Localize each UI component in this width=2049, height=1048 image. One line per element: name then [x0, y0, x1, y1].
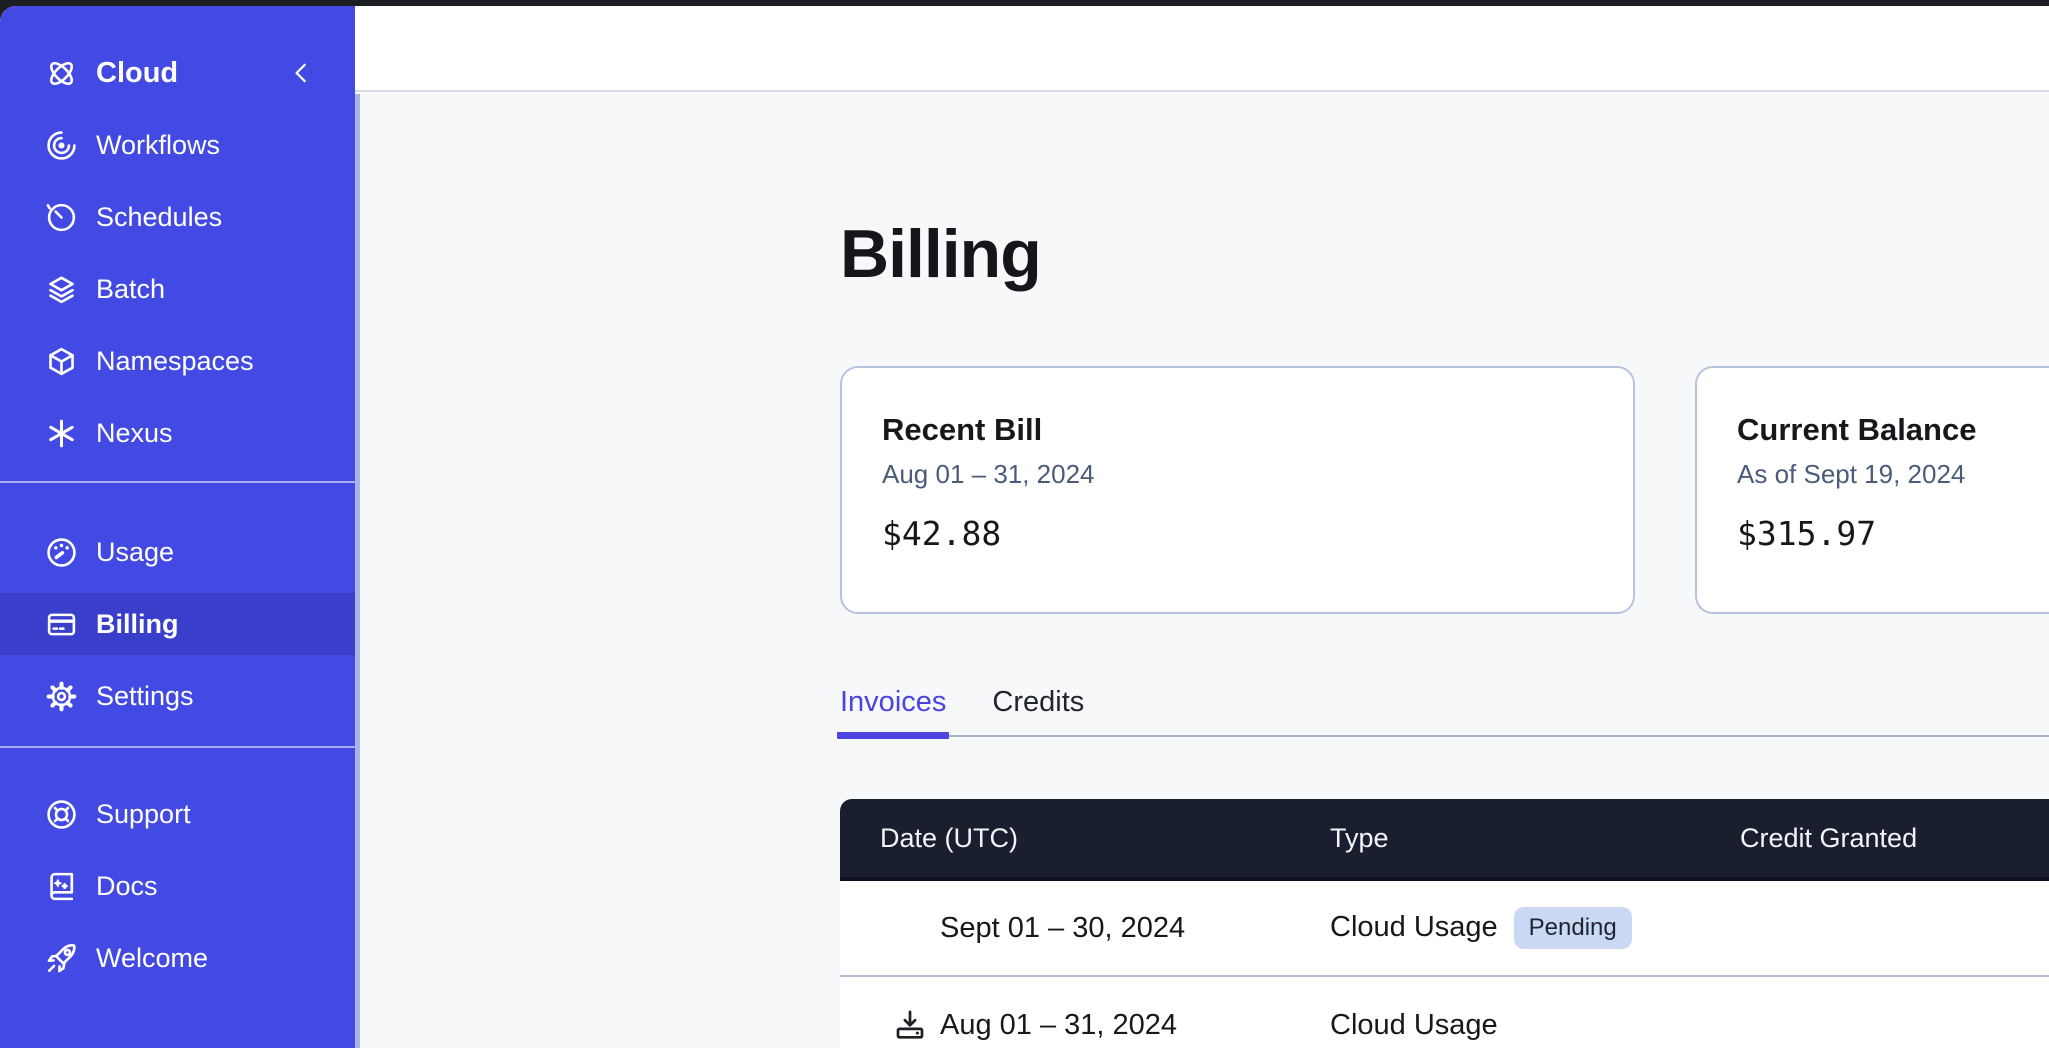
table-row: Aug 01 – 31, 2024 Cloud Usage — [840, 977, 2049, 1048]
sidebar-item-label: Nexus — [96, 418, 173, 449]
card-subtitle: Aug 01 – 31, 2024 — [882, 459, 1593, 490]
table-body: Sept 01 – 30, 2024 Cloud Usage Pending — [840, 881, 2049, 1048]
sidebar-item-label: Billing — [96, 609, 179, 640]
sidebar-item-label: Batch — [96, 274, 165, 305]
sidebar-brand-cloud[interactable]: Cloud — [0, 42, 355, 104]
sidebar-item-label: Schedules — [96, 202, 222, 233]
sidebar-item-support[interactable]: Support — [0, 783, 355, 845]
download-invoice-icon[interactable] — [892, 1007, 928, 1043]
card-subtitle: As of Sept 19, 2024 — [1737, 459, 2049, 490]
schedules-clock-icon — [45, 201, 78, 234]
sidebar-item-label: Workflows — [96, 130, 220, 161]
sidebar-item-label: Welcome — [96, 943, 208, 974]
sidebar-item-label: Usage — [96, 537, 174, 568]
current-balance-card: Current Balance As of Sept 19, 2024 $315… — [1695, 366, 2049, 614]
sidebar-item-schedules[interactable]: Schedules — [0, 186, 355, 248]
top-bar — [355, 6, 2049, 92]
sidebar-item-label: Docs — [96, 871, 158, 902]
table-header-row: Date (UTC) Type Credit Granted — [840, 799, 2049, 881]
sidebar-item-welcome[interactable]: Welcome — [0, 927, 355, 989]
chevron-left-icon[interactable] — [289, 60, 315, 86]
column-header-credit-granted: Credit Granted — [1740, 823, 2049, 854]
status-badge: Pending — [1514, 907, 1632, 949]
invoice-type-cell: Cloud Usage Pending — [1330, 907, 1740, 949]
billing-card-icon — [45, 608, 78, 641]
table-row: Sept 01 – 30, 2024 Cloud Usage Pending — [840, 881, 2049, 977]
invoice-date: Sept 01 – 30, 2024 — [940, 912, 1185, 945]
sidebar-item-workflows[interactable]: Workflows — [0, 114, 355, 176]
card-title: Recent Bill — [882, 412, 1593, 448]
sidebar-item-label: Settings — [96, 681, 194, 712]
recent-bill-card: Recent Bill Aug 01 – 31, 2024 $42.88 — [840, 366, 1635, 614]
invoice-date-cell: Aug 01 – 31, 2024 — [840, 1007, 1330, 1043]
invoice-type: Cloud Usage — [1330, 911, 1498, 944]
column-header-type: Type — [1330, 823, 1740, 854]
workflows-spiral-icon — [45, 129, 78, 162]
sidebar-divider — [0, 746, 355, 748]
summary-cards: Recent Bill Aug 01 – 31, 2024 $42.88 Cur… — [840, 366, 2049, 614]
tab-invoices[interactable]: Invoices — [840, 686, 946, 735]
card-amount: $315.97 — [1737, 514, 2049, 553]
temporal-logo-icon — [45, 57, 78, 90]
sidebar-item-namespaces[interactable]: Namespaces — [0, 330, 355, 392]
billing-page: Billing Recent Bill Aug 01 – 31, 2024 $4… — [355, 92, 2049, 1048]
tab-credits[interactable]: Credits — [992, 686, 1084, 735]
icon-spacer — [892, 910, 928, 946]
invoice-type-cell: Cloud Usage — [1330, 1009, 1740, 1042]
docs-book-icon — [45, 870, 78, 903]
invoice-date-cell: Sept 01 – 30, 2024 — [840, 910, 1330, 946]
support-lifebuoy-icon — [45, 798, 78, 831]
usage-gauge-icon — [45, 536, 78, 569]
settings-gear-icon — [45, 680, 78, 713]
batch-layers-icon — [45, 273, 78, 306]
invoice-date: Aug 01 – 31, 2024 — [940, 1009, 1177, 1042]
sidebar-item-nexus[interactable]: Nexus — [0, 402, 355, 464]
invoices-table: Date (UTC) Type Credit Granted Sept 01 –… — [840, 799, 2049, 1048]
welcome-rocket-icon — [45, 942, 78, 975]
column-header-date: Date (UTC) — [840, 823, 1330, 854]
sidebar: Cloud Workflows — [0, 6, 355, 1048]
nexus-asterisk-icon — [45, 417, 78, 450]
sidebar-item-label: Support — [96, 799, 191, 830]
app-window: Cloud Workflows — [0, 6, 2049, 1048]
card-amount: $42.88 — [882, 514, 1593, 553]
sidebar-item-billing[interactable]: Billing — [0, 593, 355, 655]
invoice-type: Cloud Usage — [1330, 1009, 1498, 1042]
sidebar-item-docs[interactable]: Docs — [0, 855, 355, 917]
sidebar-brand-label: Cloud — [96, 57, 178, 90]
namespaces-cube-icon — [45, 345, 78, 378]
sidebar-divider — [0, 481, 355, 483]
main-area: Billing Recent Bill Aug 01 – 31, 2024 $4… — [355, 6, 2049, 1048]
sidebar-item-label: Namespaces — [96, 346, 254, 377]
sidebar-item-usage[interactable]: Usage — [0, 521, 355, 583]
sidebar-item-settings[interactable]: Settings — [0, 665, 355, 727]
page-title: Billing — [840, 220, 2049, 288]
billing-tabs: Invoices Credits — [840, 686, 2049, 737]
sidebar-item-batch[interactable]: Batch — [0, 258, 355, 320]
sidebar-edge-divider — [355, 94, 360, 1048]
card-title: Current Balance — [1737, 412, 2049, 448]
